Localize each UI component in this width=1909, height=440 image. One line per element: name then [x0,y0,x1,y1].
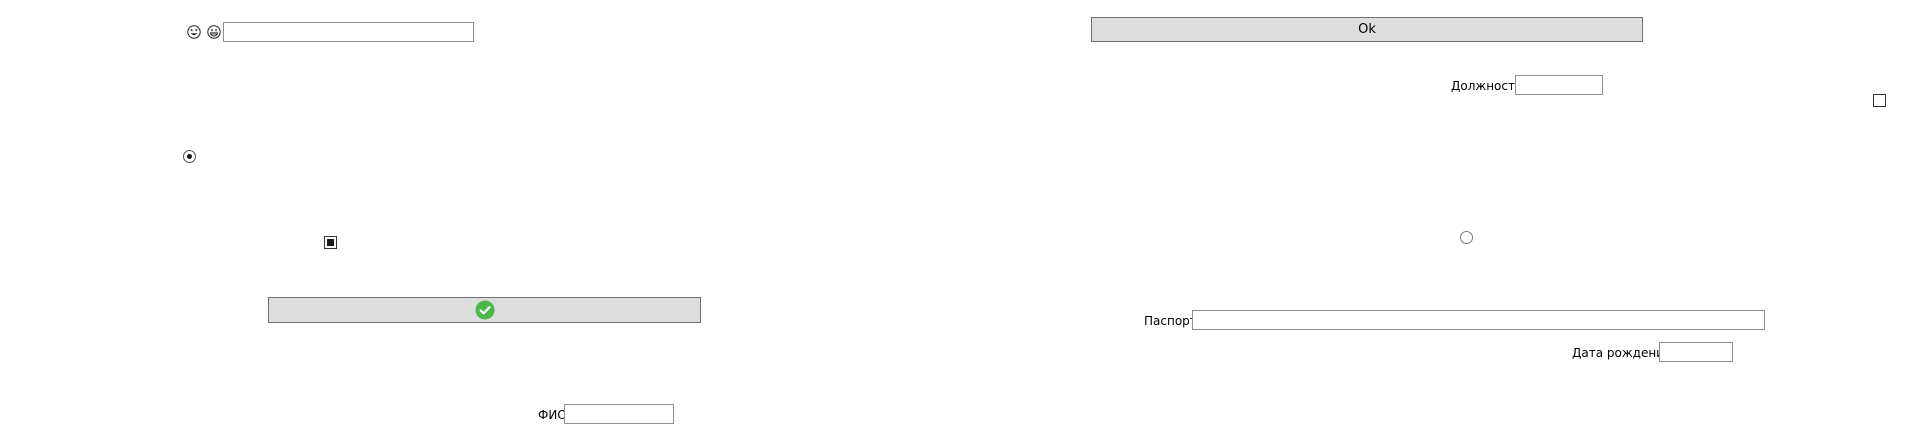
radio-selected-dot [187,154,192,159]
checkbox-left[interactable] [324,236,337,249]
radio-button-right[interactable] [1460,231,1473,244]
star-struck-face-icon [187,25,201,39]
top-text-input[interactable] [223,22,474,42]
grinning-face-icon [207,25,221,39]
position-input[interactable] [1515,75,1603,95]
position-label: Должность [1451,79,1523,93]
fio-label: ФИО [538,408,567,422]
check-circle-icon [475,300,495,320]
checkbox-right[interactable] [1873,94,1886,107]
passport-input[interactable] [1192,310,1765,330]
passport-label: Паспорт [1144,314,1197,328]
ok-button[interactable]: Ok [1091,17,1643,42]
radio-button-left[interactable] [183,150,196,163]
birth-date-input[interactable] [1659,342,1733,362]
confirm-button[interactable] [268,297,701,323]
birth-date-label: Дата рождения [1572,346,1672,360]
checkbox-indeterminate-fill [327,239,334,246]
fio-input[interactable] [564,404,674,424]
